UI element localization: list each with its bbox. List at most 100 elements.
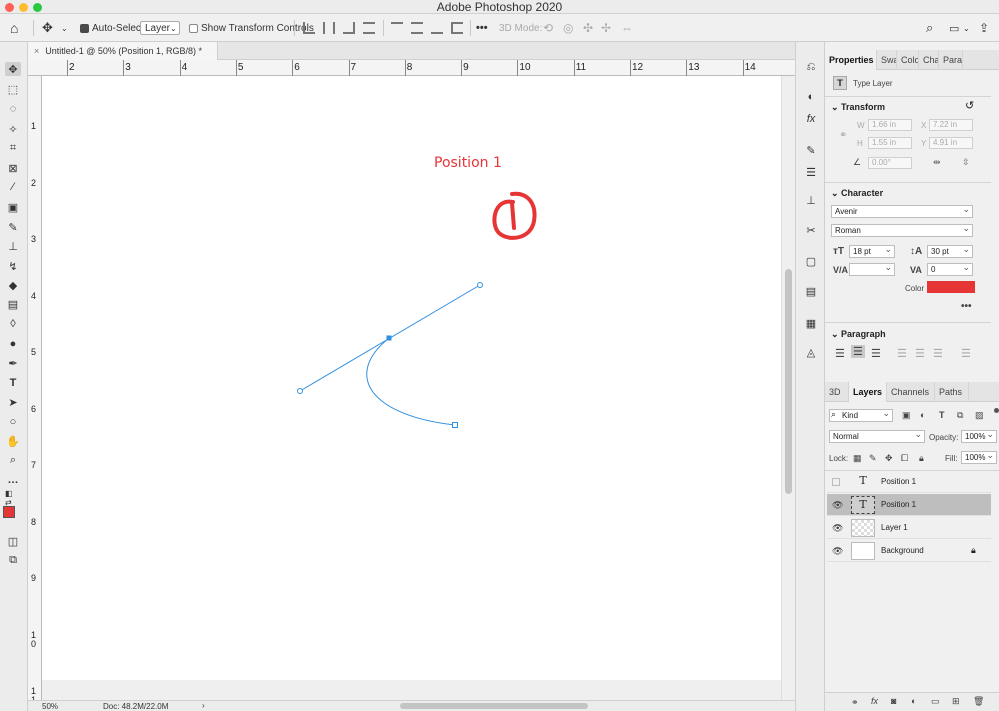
distribute-icon[interactable] bbox=[363, 14, 375, 42]
link-layers-icon[interactable]: ⚭ bbox=[851, 697, 859, 708]
filter-type-icon[interactable]: T bbox=[939, 410, 945, 420]
angle-field[interactable]: 0.00° bbox=[868, 157, 912, 169]
dodge-icon[interactable]: ● bbox=[5, 337, 21, 351]
text-color-swatch[interactable] bbox=[927, 281, 975, 293]
align-right-edges-icon[interactable] bbox=[343, 14, 355, 42]
filter-smart-object-icon[interactable]: ▨ bbox=[975, 410, 984, 421]
tab-swa[interactable]: Swa bbox=[877, 50, 897, 70]
tab-layers[interactable]: Layers bbox=[849, 382, 887, 402]
align-vertical-centers-icon[interactable] bbox=[411, 14, 423, 42]
adjustments-icon[interactable]: ◐ bbox=[804, 90, 818, 104]
chevron-right-icon[interactable]: › bbox=[202, 701, 205, 710]
justify-last-center-icon[interactable]: ☰ bbox=[915, 347, 925, 360]
add-layer-style-icon[interactable]: fx bbox=[871, 696, 878, 706]
transform-heading[interactable]: ⌄ Transform bbox=[831, 102, 885, 113]
path-selection-icon[interactable]: ➤ bbox=[5, 395, 21, 409]
leading-dropdown[interactable]: 30 pt bbox=[927, 244, 973, 258]
brush-icon[interactable]: ✎ bbox=[5, 220, 21, 234]
lock-icon[interactable]: 🔒︎ bbox=[971, 545, 976, 556]
home-icon[interactable]: ⌂ bbox=[10, 14, 18, 42]
visibility-off-icon[interactable] bbox=[832, 478, 840, 486]
align-bottom-edges-icon[interactable] bbox=[431, 14, 443, 42]
move-tool-preset-icon[interactable]: ✥ bbox=[42, 14, 53, 42]
quick-mask-icon[interactable]: ◫ bbox=[5, 534, 21, 548]
screen-mode-icon[interactable]: ⧉ bbox=[5, 553, 21, 567]
rectangular-marquee-icon[interactable]: ⬚ bbox=[5, 82, 21, 96]
height-field[interactable]: 1.55 in bbox=[868, 137, 912, 149]
brushes-icon[interactable]: ☰ bbox=[804, 165, 818, 179]
tab-cha[interactable]: Cha bbox=[919, 50, 939, 70]
tab-colo[interactable]: Colo bbox=[897, 50, 919, 70]
edit-toolbar-icon[interactable]: … bbox=[5, 473, 21, 487]
flip-vertical-icon[interactable]: ⇳ bbox=[962, 157, 970, 168]
layer-filter-kind-dropdown[interactable]: Kind bbox=[829, 408, 893, 422]
eye-icon[interactable]: 👁︎ bbox=[832, 546, 843, 557]
lock-all-icon[interactable]: 🔒︎ bbox=[919, 453, 924, 464]
filter-pixel-icon[interactable]: ▣ bbox=[902, 410, 911, 421]
blur-icon[interactable]: ◊ bbox=[5, 317, 21, 331]
distribute-vertical-icon[interactable] bbox=[451, 14, 463, 42]
flip-horizontal-icon[interactable]: ⇹ bbox=[933, 157, 941, 168]
frame-icon[interactable]: ⊠ bbox=[5, 161, 21, 175]
healing-brush-icon[interactable]: ▣ bbox=[5, 200, 21, 214]
align-top-edges-icon[interactable] bbox=[391, 14, 403, 42]
align-horizontal-centers-icon[interactable] bbox=[323, 14, 335, 42]
hand-icon[interactable]: ✋ bbox=[5, 434, 21, 448]
clone-stamp-icon[interactable]: ⊥ bbox=[5, 239, 21, 253]
paths-icon[interactable]: ▢ bbox=[804, 254, 818, 268]
gradient-icon[interactable]: ▤ bbox=[5, 297, 21, 311]
foreground-color-swatch[interactable] bbox=[3, 506, 15, 518]
align-left-edges-icon[interactable] bbox=[303, 14, 315, 42]
styles-fx-icon[interactable]: fx bbox=[804, 112, 818, 126]
eyedropper-icon[interactable]: ⁄ bbox=[5, 180, 21, 194]
justify-last-right-icon[interactable]: ☰ bbox=[933, 347, 943, 360]
eye-icon[interactable]: 👁︎ bbox=[832, 523, 843, 534]
gradients-icon[interactable]: ▤ bbox=[804, 284, 818, 298]
kerning-dropdown[interactable] bbox=[849, 262, 895, 276]
fill-field[interactable]: 100% bbox=[961, 450, 997, 464]
tab-channels[interactable]: Channels bbox=[887, 382, 935, 402]
layer-row[interactable]: T Position 1 bbox=[827, 471, 991, 493]
pen-path[interactable] bbox=[297, 282, 483, 428]
tab-parag[interactable]: Parag bbox=[939, 50, 963, 70]
tracking-dropdown[interactable]: 0 bbox=[927, 262, 973, 276]
more-options-icon[interactable]: ••• bbox=[476, 14, 488, 42]
brush-settings-icon[interactable]: ✎ bbox=[804, 143, 818, 157]
opacity-field[interactable]: 100% bbox=[961, 429, 997, 443]
auto-select-checkbox[interactable]: Auto-Select: bbox=[80, 14, 146, 42]
y-field[interactable]: 4.91 in bbox=[929, 137, 973, 149]
chevron-down-icon[interactable]: ⌄ bbox=[61, 14, 68, 42]
tab-paths[interactable]: Paths bbox=[935, 382, 969, 402]
pen-icon[interactable]: ✒ bbox=[5, 356, 21, 370]
tab-properties[interactable]: Properties bbox=[825, 50, 877, 70]
new-layer-icon[interactable]: ⊞ bbox=[952, 696, 960, 707]
lasso-icon[interactable]: ◌ bbox=[5, 102, 21, 116]
auto-select-dropdown[interactable]: Layer ⌄ bbox=[140, 14, 180, 42]
font-family-dropdown[interactable]: Avenir bbox=[831, 204, 973, 218]
font-style-dropdown[interactable]: Roman bbox=[831, 223, 973, 237]
orbit-3d-icon[interactable]: ⟲ bbox=[543, 14, 553, 42]
glyphs-icon[interactable]: ◬ bbox=[804, 345, 818, 359]
width-field[interactable]: 1.66 in bbox=[868, 119, 912, 131]
history-brush-icon[interactable]: ↯ bbox=[5, 259, 21, 273]
panel-menu-icon[interactable] bbox=[994, 408, 999, 413]
blend-mode-dropdown[interactable]: Normal bbox=[829, 429, 925, 443]
add-mask-icon[interactable]: ◙ bbox=[891, 696, 896, 706]
lock-artboard-icon[interactable]: ⧠ bbox=[901, 453, 908, 464]
new-group-icon[interactable]: ▭ bbox=[931, 696, 940, 707]
tab-3d[interactable]: 3D bbox=[825, 382, 849, 402]
patterns-icon[interactable]: ▦ bbox=[804, 316, 818, 330]
zoom-icon[interactable]: ⌕ bbox=[5, 453, 21, 467]
slide-3d-icon[interactable]: ✢ bbox=[601, 14, 611, 42]
align-right-text-icon[interactable]: ☰ bbox=[871, 347, 881, 360]
new-adjustment-layer-icon[interactable]: ◐ bbox=[911, 696, 916, 706]
eraser-icon[interactable]: ◆ bbox=[5, 278, 21, 292]
default-colors-icon[interactable]: ◧ ⇄ bbox=[5, 489, 21, 507]
lock-image-pixels-icon[interactable]: ✎ bbox=[869, 453, 877, 464]
drag-3d-icon[interactable]: ✣ bbox=[583, 14, 593, 42]
share-icon[interactable]: ⇪ bbox=[979, 14, 989, 42]
character-heading[interactable]: ⌄ Character bbox=[831, 188, 883, 199]
workspace-icon[interactable]: ▭ bbox=[949, 14, 959, 42]
x-field[interactable]: 7.22 in bbox=[929, 119, 973, 131]
tool-presets-icon[interactable]: ✂ bbox=[804, 223, 818, 237]
